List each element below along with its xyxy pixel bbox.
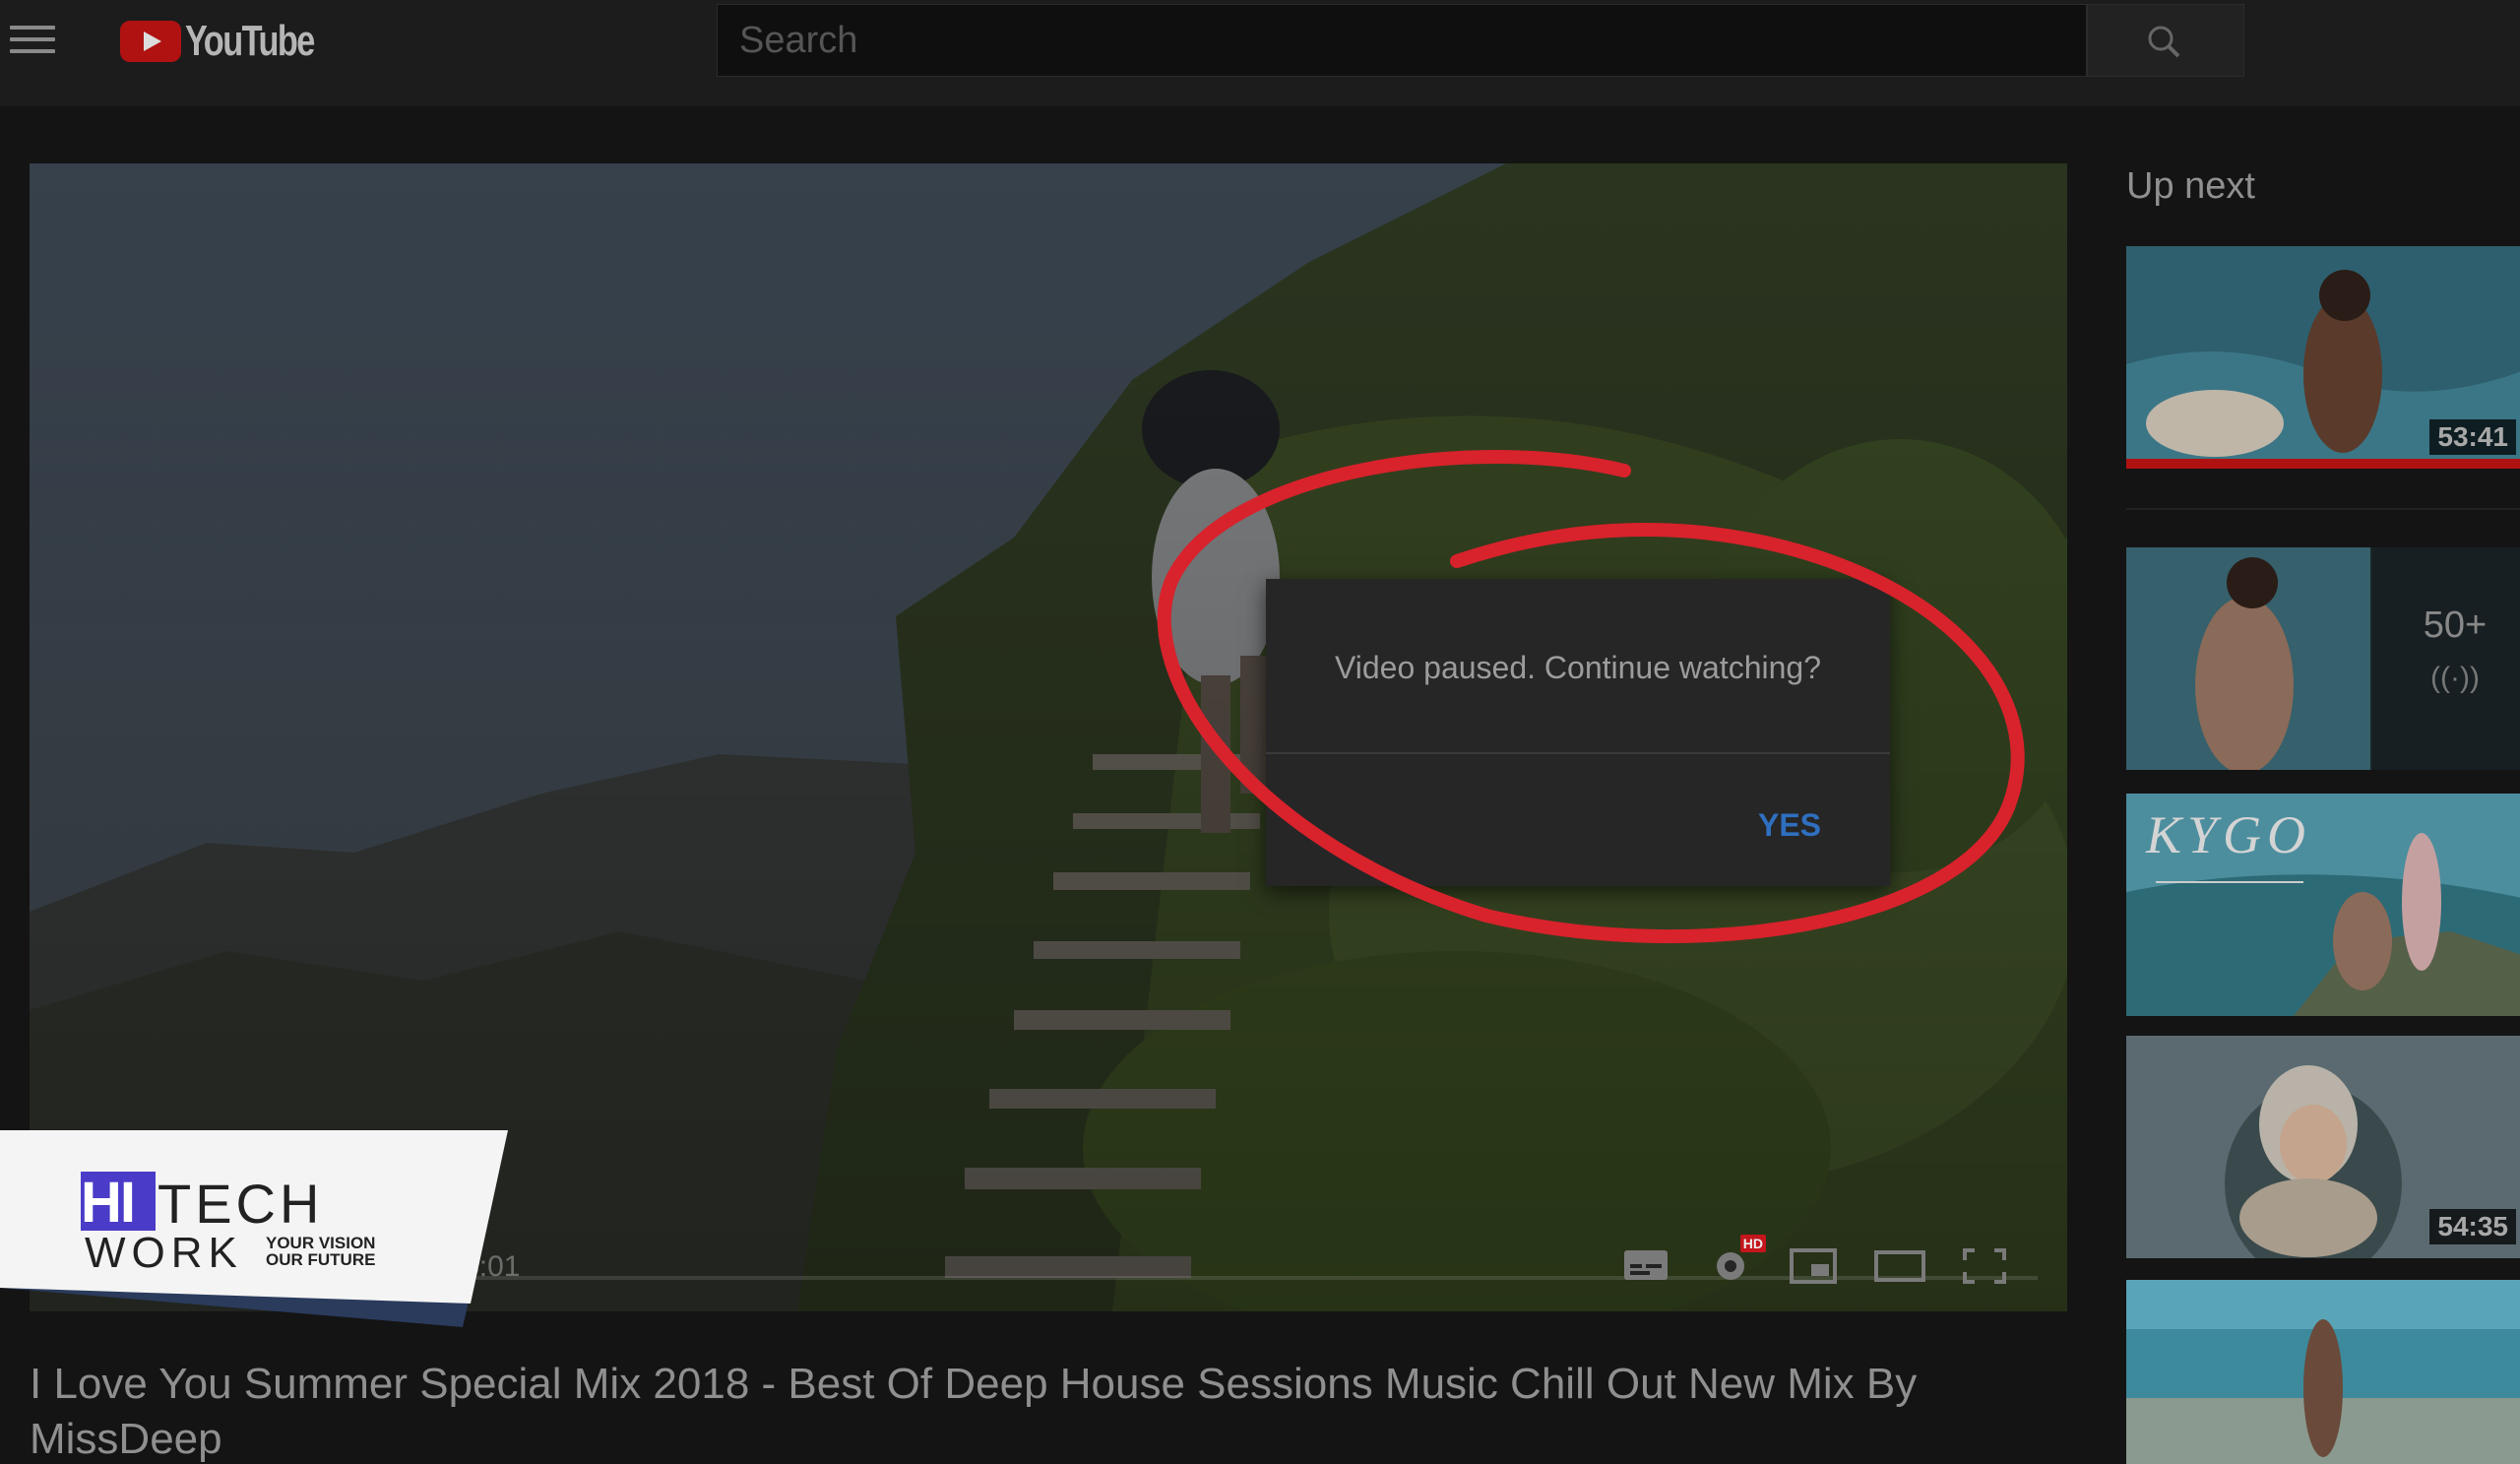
youtube-play-icon	[120, 21, 181, 62]
time-display: 3:10 / 54:01	[364, 1250, 521, 1283]
up-next-card-5[interactable]	[2126, 1280, 2520, 1464]
thumbnail: KYGO	[2126, 794, 2520, 1016]
kygo-text: KYGO	[2145, 805, 2311, 864]
duration-badge: 54:35	[2429, 1209, 2516, 1244]
dialog-message: Video paused. Continue watching?	[1335, 650, 1821, 685]
miniplayer-icon[interactable]	[1786, 1241, 1841, 1290]
up-next-card-4[interactable]: 54:35	[2126, 1036, 2520, 1258]
duration-badge: 53:41	[2429, 419, 2516, 455]
settings-gear-icon[interactable]: HD	[1705, 1235, 1766, 1290]
youtube-logo[interactable]: YouTube	[120, 17, 350, 65]
yes-button[interactable]: YES	[1758, 807, 1821, 844]
logo-text: YouTube	[185, 17, 315, 65]
hamburger-menu-icon[interactable]	[10, 26, 55, 57]
up-next-card-1[interactable]: 53:41	[2126, 246, 2520, 469]
mix-overlay: 50+ ((·))	[2370, 547, 2520, 770]
dialog-divider	[1266, 752, 1890, 754]
search-icon	[2148, 26, 2180, 58]
continue-watching-dialog: Video paused. Continue watching? YES	[1266, 579, 1890, 886]
search-box	[717, 4, 2087, 77]
up-next-card-3[interactable]: KYGO	[2126, 794, 2520, 1016]
live-broadcast-icon: ((·))	[2430, 662, 2480, 694]
theater-mode-icon[interactable]	[1872, 1241, 1927, 1290]
search-button[interactable]	[2087, 4, 2244, 77]
sidebar-divider	[2126, 508, 2520, 510]
subtitles-icon[interactable]	[1618, 1241, 1673, 1290]
thumbnail	[2126, 1280, 2520, 1464]
player-controls: 3:10 / 54:01 HD	[30, 1203, 2067, 1311]
hd-badge: HD	[1739, 1235, 1766, 1252]
video-title: I Love You Summer Special Mix 2018 - Bes…	[30, 1360, 1918, 1463]
page: YouTube Search 3:10 / 54:01 HD Video pau…	[0, 0, 2520, 1464]
search-input[interactable]	[718, 5, 2086, 76]
top-bar: YouTube	[0, 0, 2520, 106]
mix-count: 50+	[2423, 605, 2488, 646]
fullscreen-icon[interactable]	[1957, 1241, 2012, 1290]
up-next-heading: Up next	[2126, 165, 2255, 207]
up-next-card-2-mix[interactable]: 50+ ((·))	[2126, 547, 2520, 770]
